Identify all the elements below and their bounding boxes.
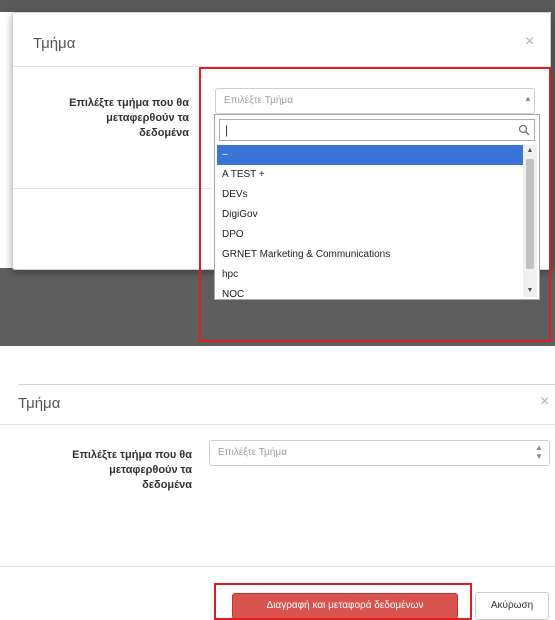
- search-icon: [518, 124, 530, 136]
- dropdown-open-screenshot: Τμήμα × Επιλέξτε τμήμα που θα μεταφερθού…: [0, 0, 555, 346]
- dropdown-option[interactable]: DPO: [217, 225, 523, 245]
- modal-header-divider: [0, 424, 555, 425]
- department-field-label: Επιλέξτε τμήμα που θα μεταφερθούν τα δεδ…: [30, 448, 192, 493]
- field-label-line: μεταφερθούν τα: [106, 112, 189, 124]
- chevron-updown-icon: ▲ ▼: [535, 443, 543, 461]
- backdrop-top: [0, 0, 555, 12]
- field-label-line: δεδομένα: [142, 479, 192, 491]
- dropdown-option[interactable]: NOC: [217, 285, 523, 297]
- close-icon[interactable]: ×: [525, 33, 534, 51]
- dropdown-option[interactable]: DigiGov: [217, 205, 523, 225]
- modal-footer-divider: [0, 566, 555, 567]
- scrollbar-thumb[interactable]: [526, 159, 534, 269]
- backdrop-right: [551, 12, 555, 268]
- modal-body-divider: [13, 188, 213, 189]
- select-placeholder: Επιλέξτε Τμήμα: [224, 95, 293, 106]
- chevron-up-icon: ▲: [524, 94, 532, 103]
- department-field-label: Επιλέξτε τμήμα που θα μεταφερθούν τα δεδ…: [37, 96, 189, 141]
- department-select[interactable]: Επιλέξτε Τμήμα: [209, 440, 550, 466]
- scroll-down-icon[interactable]: ▼: [523, 285, 537, 297]
- modal-title: Τμήμα: [18, 395, 61, 412]
- modal-header-divider: [13, 66, 550, 67]
- dropdown-option[interactable]: DEVs: [217, 185, 523, 205]
- dropdown-option[interactable]: GRNET Marketing & Communications: [217, 245, 523, 265]
- delete-and-transfer-button[interactable]: Διαγραφή και μεταφορά δεδομένων: [232, 593, 458, 619]
- dropdown-search-input[interactable]: |: [219, 119, 535, 141]
- field-label-line: μεταφερθούν τα: [109, 464, 192, 476]
- department-select[interactable]: Επιλέξτε Τμήμα: [215, 88, 535, 114]
- dropdown-option[interactable]: hpc: [217, 265, 523, 285]
- field-label-line: Επιλέξτε τμήμα που θα: [72, 449, 192, 461]
- dropdown-option[interactable]: A TEST +: [217, 165, 523, 185]
- select-placeholder: Επιλέξτε Τμήμα: [218, 447, 287, 458]
- scroll-up-icon[interactable]: ▲: [523, 145, 537, 157]
- cancel-button[interactable]: Ακύρωση: [475, 592, 549, 620]
- department-dropdown: | – A TEST + DEVs DigiGov DPO GRNET Mark…: [214, 114, 540, 300]
- close-icon[interactable]: ×: [540, 393, 549, 411]
- dropdown-scrollbar[interactable]: ▲ ▼: [523, 145, 537, 297]
- modal-title: Τμήμα: [33, 35, 76, 52]
- field-label-line: Επιλέξτε τμήμα που θα: [69, 97, 189, 109]
- confirm-screenshot: Τμήμα × Επιλέξτε τμήμα που θα μεταφερθού…: [0, 385, 555, 620]
- dropdown-option[interactable]: –: [217, 145, 523, 165]
- text-cursor: |: [225, 123, 229, 137]
- field-label-line: δεδομένα: [139, 127, 189, 139]
- dropdown-options: – A TEST + DEVs DigiGov DPO GRNET Market…: [217, 145, 523, 297]
